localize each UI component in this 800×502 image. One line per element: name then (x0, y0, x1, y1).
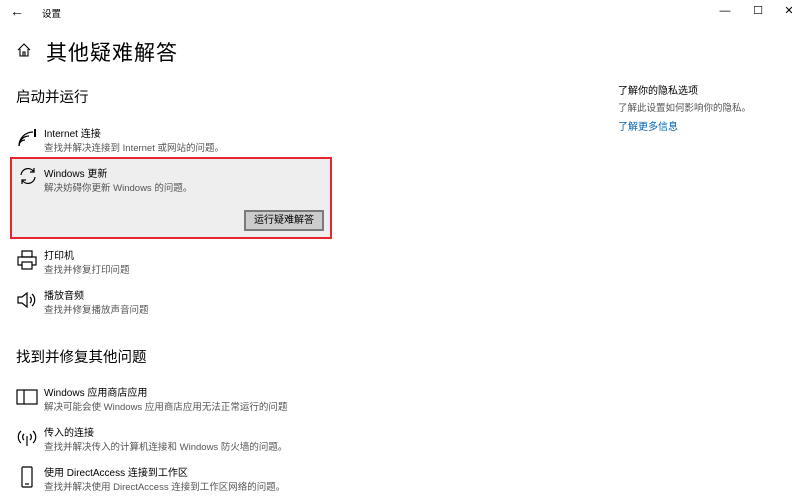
close-button[interactable]: ✕ (780, 4, 798, 18)
troubleshooter-internet[interactable]: Internet 连接 查找并解决连接到 Internet 或网站的问题。 (16, 125, 316, 159)
item-desc: 查找并解决传入的计算机连接和 Windows 防火墙的问题。 (44, 442, 288, 453)
refresh-sync-icon (20, 167, 36, 185)
item-desc: 查找并解决使用 DirectAccess 连接到工作区网络的问题。 (44, 482, 286, 493)
troubleshooter-incoming-connections[interactable]: 传入的连接 查找并解决传入的计算机连接和 Windows 防火墙的问题。 (16, 424, 316, 458)
wifi-signal-icon (18, 129, 36, 147)
item-name: 使用 DirectAccess 连接到工作区 (44, 468, 188, 479)
item-desc: 查找并修复播放声音问题 (44, 305, 149, 316)
item-desc: 解决妨碍你更新 Windows 的问题。 (44, 183, 193, 194)
troubleshooter-store-apps[interactable]: Windows 应用商店应用 解决可能会使 Windows 应用商店应用无法正常… (16, 384, 316, 418)
item-name: 播放音频 (44, 291, 84, 302)
item-desc: 查找并解决连接到 Internet 或网站的问题。 (44, 143, 224, 154)
item-name: Windows 应用商店应用 (44, 388, 148, 399)
printer-icon (17, 250, 37, 270)
privacy-options-title: 了解你的隐私选项 (618, 86, 698, 97)
app-window-icon (16, 389, 38, 405)
section-title-get-up-running: 启动并运行 (16, 90, 89, 106)
section-title-find-fix-other: 找到并修复其他问题 (16, 350, 147, 366)
troubleshooter-windows-update[interactable]: Windows 更新 解决妨碍你更新 Windows 的问题。 运行疑难解答 (10, 157, 332, 239)
back-arrow-icon[interactable]: ← (10, 4, 24, 18)
speaker-icon (17, 291, 36, 309)
run-troubleshooter-button[interactable]: 运行疑难解答 (244, 210, 324, 231)
item-name: 打印机 (44, 251, 74, 262)
app-title: 设置 (42, 9, 62, 20)
learn-more-link[interactable]: 了解更多信息 (618, 118, 678, 133)
home-icon[interactable] (16, 42, 32, 58)
title-bar: ← 设置 — ☐ ✕ (0, 0, 800, 24)
item-name: Windows 更新 (44, 169, 108, 180)
item-name: 传入的连接 (44, 428, 94, 439)
privacy-options-desc: 了解此设置如何影响你的隐私。 (618, 103, 752, 114)
item-desc: 解决可能会使 Windows 应用商店应用无法正常运行的问题 (44, 402, 288, 413)
item-name: Internet 连接 (44, 129, 101, 140)
minimize-button[interactable]: — (716, 4, 734, 18)
item-desc: 查找并修复打印问题 (44, 265, 130, 276)
maximize-button[interactable]: ☐ (749, 4, 767, 18)
page-title: 其他疑难解答 (46, 42, 178, 65)
incoming-connection-icon (17, 430, 37, 446)
troubleshooter-directaccess[interactable]: 使用 DirectAccess 连接到工作区 查找并解决使用 DirectAcc… (16, 464, 316, 498)
phone-device-icon (21, 466, 33, 488)
troubleshooter-printer[interactable]: 打印机 查找并修复打印问题 (16, 247, 316, 281)
troubleshooter-audio[interactable]: 播放音频 查找并修复播放声音问题 (16, 287, 316, 321)
